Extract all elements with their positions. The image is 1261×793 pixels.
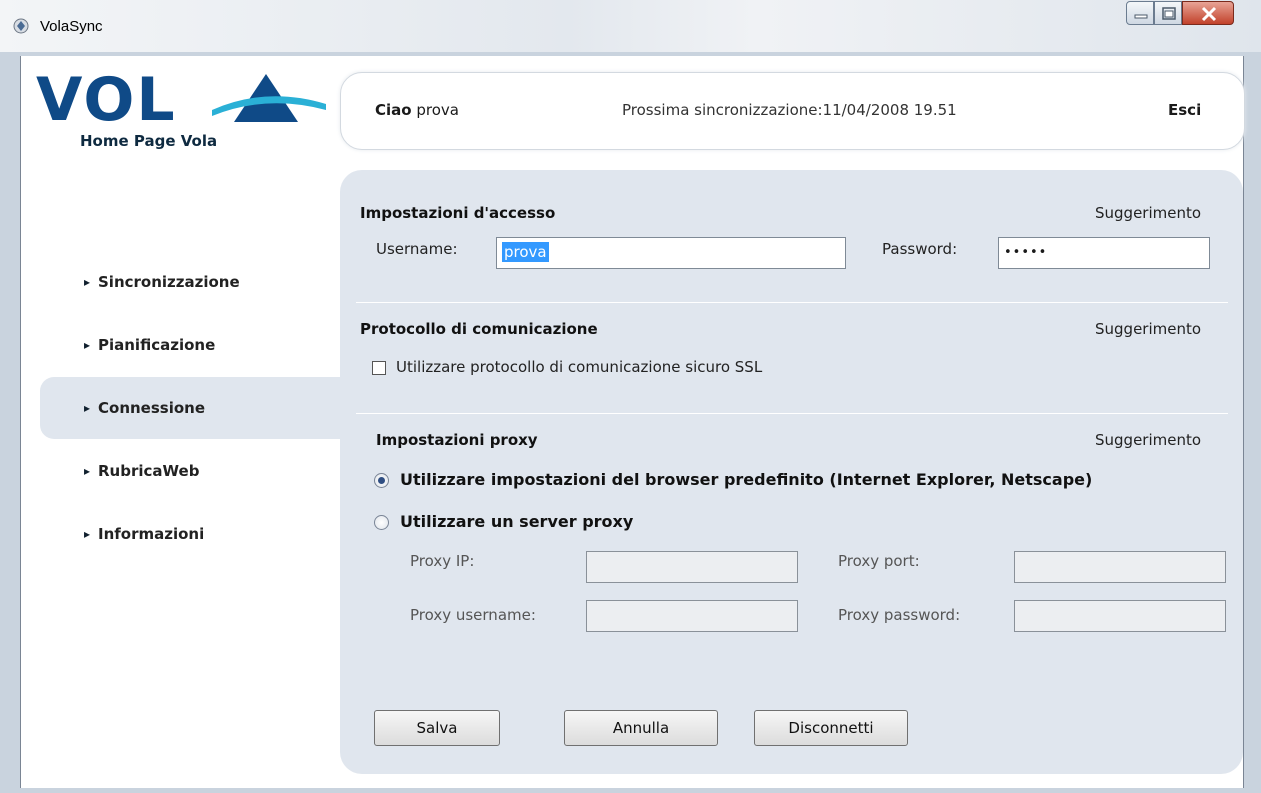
separator [356, 413, 1228, 414]
protocol-hint-link[interactable]: Suggerimento [1095, 320, 1201, 338]
chevron-right-icon: ▸ [84, 275, 91, 289]
next-sync-label: Prossima sincronizzazione:11/04/2008 19.… [622, 101, 957, 119]
access-section-title: Impostazioni d'accesso [360, 204, 556, 222]
chevron-right-icon: ▸ [84, 338, 91, 352]
maximize-icon [1162, 7, 1176, 20]
minimize-icon [1134, 14, 1148, 19]
sidebar-item-label: Pianificazione [98, 336, 216, 354]
sidebar-item-label: Connessione [98, 399, 205, 417]
proxy-username-input[interactable] [586, 600, 798, 632]
proxy-server-radio[interactable] [374, 515, 389, 530]
proxy-port-label: Proxy port: [838, 552, 920, 570]
sidebar-item-label: RubricaWeb [98, 462, 200, 480]
greeting: Ciao prova [375, 101, 459, 119]
proxy-password-label: Proxy password: [838, 606, 961, 624]
chevron-right-icon: ▸ [84, 527, 91, 541]
chevron-right-icon: ▸ [84, 464, 91, 478]
sidebar-item-informazioni[interactable]: ▸ Informazioni [40, 503, 340, 565]
maximize-button[interactable] [1154, 1, 1182, 25]
proxy-username-label: Proxy username: [410, 606, 536, 624]
home-page-link[interactable]: Home Page Vola [80, 132, 217, 150]
sidebar-item-connessione[interactable]: ▸ Connessione [40, 377, 340, 439]
sidebar-item-rubricaweb[interactable]: ▸ RubricaWeb [40, 440, 340, 502]
ssl-checkbox[interactable] [372, 361, 386, 375]
proxy-hint-link[interactable]: Suggerimento [1095, 431, 1201, 449]
logout-link[interactable]: Esci [1168, 101, 1201, 119]
proxy-section-title: Impostazioni proxy [376, 431, 538, 449]
minimize-button[interactable] [1126, 1, 1154, 25]
proxy-browser-radio[interactable] [374, 473, 389, 488]
cancel-button[interactable]: Annulla [564, 710, 718, 746]
username-value: prova [502, 242, 549, 262]
ssl-checkbox-label[interactable]: Utilizzare protocollo di comunicazione s… [396, 358, 762, 376]
username-label: Username: [376, 240, 458, 258]
proxy-port-input[interactable] [1014, 551, 1226, 583]
protocol-section-title: Protocollo di comunicazione [360, 320, 598, 338]
close-icon [1201, 6, 1217, 22]
proxy-password-input[interactable] [1014, 600, 1226, 632]
close-button[interactable] [1182, 1, 1234, 25]
sidebar-item-label: Sincronizzazione [98, 273, 240, 291]
sidebar-item-pianificazione[interactable]: ▸ Pianificazione [40, 314, 340, 376]
password-input[interactable]: ••••• [998, 237, 1210, 269]
logged-user: prova [416, 101, 459, 119]
password-value: ••••• [1004, 245, 1048, 260]
vola-logo: VOL [36, 70, 326, 126]
proxy-ip-label: Proxy IP: [410, 552, 475, 570]
window-title: VolaSync [40, 18, 103, 35]
username-input[interactable]: prova [496, 237, 846, 269]
svg-text:VOL: VOL [36, 70, 177, 126]
chevron-right-icon: ▸ [84, 401, 91, 415]
access-hint-link[interactable]: Suggerimento [1095, 204, 1201, 222]
sidebar-item-label: Informazioni [98, 525, 205, 543]
proxy-server-option-label[interactable]: Utilizzare un server proxy [400, 512, 633, 531]
disconnect-button[interactable]: Disconnetti [754, 710, 908, 746]
title-bar[interactable]: VolaSync [0, 0, 1261, 52]
proxy-ip-input[interactable] [586, 551, 798, 583]
password-label: Password: [882, 240, 958, 258]
sidebar-item-sincronizzazione[interactable]: ▸ Sincronizzazione [40, 251, 340, 313]
app-icon [13, 18, 29, 34]
proxy-browser-option-label[interactable]: Utilizzare impostazioni del browser pred… [400, 470, 1092, 489]
greeting-word: Ciao [375, 101, 412, 119]
window-bottom-frame [0, 788, 1261, 793]
save-button[interactable]: Salva [374, 710, 500, 746]
separator [356, 302, 1228, 303]
